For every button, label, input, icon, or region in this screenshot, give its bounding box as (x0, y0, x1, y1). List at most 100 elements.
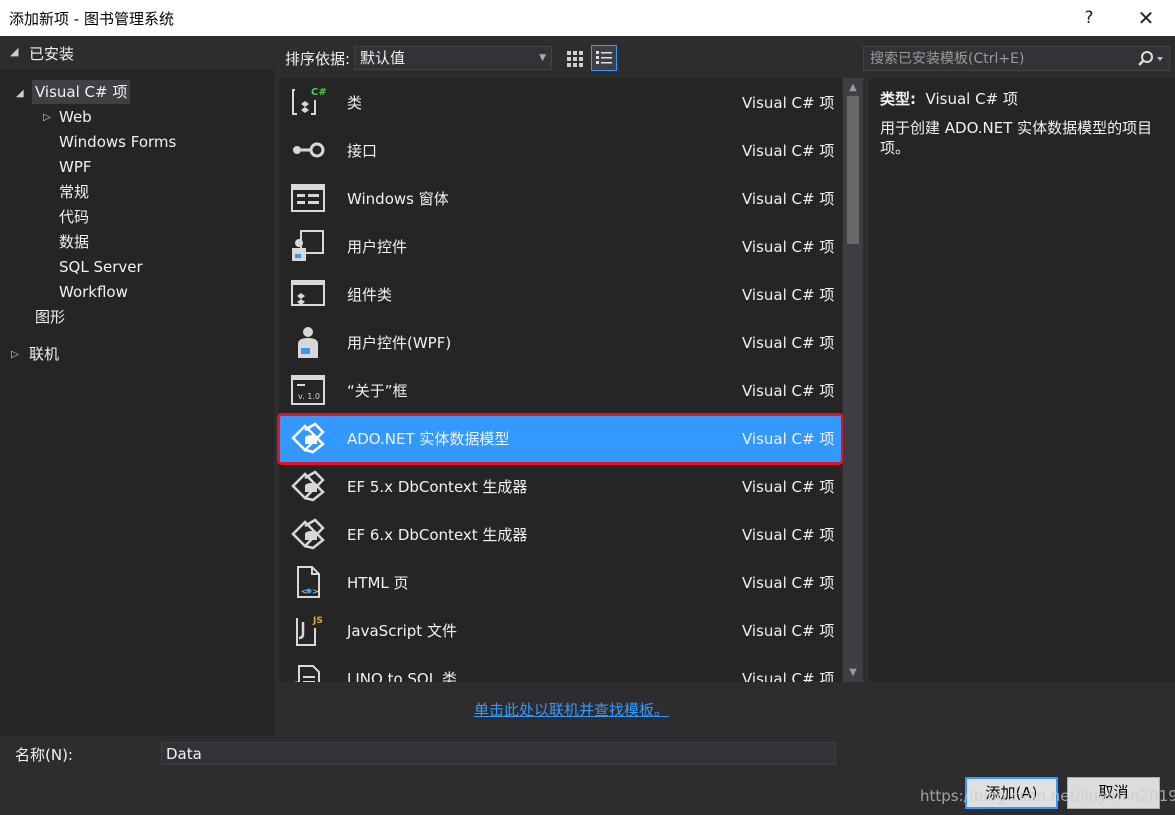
list-item-javascript-file[interactable]: JS JavaScript 文件 Visual C# 项 (279, 606, 842, 654)
user-control-icon (292, 230, 324, 261)
template-name: JavaScript 文件 (347, 622, 457, 640)
list-item-html-page[interactable]: < > HTML 页 Visual C# 项 (279, 558, 842, 606)
scroll-up-icon[interactable]: ▲ (843, 82, 863, 93)
description-text: 用于创建 ADO.NET 实体数据模型的项目项。 (880, 119, 1153, 157)
tree-item-data[interactable]: 数据 (59, 230, 89, 254)
template-tree: ◢ 已安装 ◢ Visual C# 项 ▷ Web Windows Forms … (0, 36, 274, 736)
list-item-component-class[interactable]: 组件类 Visual C# 项 (279, 270, 842, 318)
windows-form-icon (291, 184, 325, 212)
tree-item-wpf[interactable]: WPF (59, 155, 92, 179)
title-bar: 添加新项 - 图书管理系统 ? ✕ (0, 0, 1175, 36)
tree-item-sql-server[interactable]: SQL Server (59, 255, 143, 279)
description-panel: 类型: Visual C# 项 用于创建 ADO.NET 实体数据模型的项目项。 (869, 78, 1175, 682)
list-item-class[interactable]: C# 类 Visual C# 项 (279, 78, 842, 126)
html-page-icon: < > (297, 566, 320, 598)
template-name: 用户控件 (347, 238, 408, 256)
scroll-down-icon[interactable]: ▼ (843, 667, 863, 678)
template-name: LINQ to SQL 类 (347, 670, 457, 682)
list-item-interface[interactable]: 接口 Visual C# 项 (279, 126, 842, 174)
template-name: EF 5.x DbContext 生成器 (347, 478, 528, 496)
entity-model-icon (291, 422, 325, 454)
grid-view-button[interactable] (562, 45, 588, 71)
javascript-file-icon: JS (296, 616, 323, 646)
svg-text:v. 1.0: v. 1.0 (298, 392, 320, 401)
name-label: 名称(N): (15, 746, 73, 764)
template-type: Visual C# 项 (742, 430, 835, 448)
add-button[interactable]: 添加(A) (965, 777, 1058, 809)
tree-item-online[interactable]: 联机 (29, 342, 59, 366)
list-item-linq-to-sql[interactable]: LINQ to SQL 类 Visual C# 项 (279, 654, 842, 682)
grid-view-icon (567, 51, 583, 67)
template-type: Visual C# 项 (742, 190, 835, 208)
template-type: Visual C# 项 (742, 574, 835, 592)
collapse-triangle-icon[interactable]: ▷ (11, 349, 19, 360)
list-scrollbar[interactable]: ▲ ▼ (843, 78, 863, 682)
template-type: Visual C# 项 (742, 622, 835, 640)
template-type: Visual C# 项 (742, 238, 835, 256)
help-button[interactable]: ? (1069, 4, 1109, 32)
template-name: HTML 页 (347, 574, 409, 592)
window-title: 添加新项 - 图书管理系统 (9, 10, 174, 28)
svg-text:>: > (312, 587, 319, 596)
wpf-user-control-icon (298, 327, 318, 358)
template-type: Visual C# 项 (742, 670, 835, 682)
chevron-down-icon: ▼ (539, 53, 546, 63)
list-item-windows-form[interactable]: Windows 窗体 Visual C# 项 (279, 174, 842, 222)
close-button[interactable]: ✕ (1126, 4, 1166, 32)
list-view-button[interactable] (591, 45, 617, 71)
expand-triangle-icon[interactable]: ◢ (16, 88, 24, 99)
list-item-ef5-dbcontext[interactable]: EF 5.x DbContext 生成器 Visual C# 项 (279, 462, 842, 510)
template-type: Visual C# 项 (742, 334, 835, 352)
tree-item-code[interactable]: 代码 (59, 205, 89, 229)
sort-dropdown[interactable]: 默认值 ▼ (354, 46, 552, 70)
tree-item-general[interactable]: 常规 (59, 180, 89, 204)
list-item-about-box[interactable]: v. 1.0 “关于”框 Visual C# 项 (279, 366, 842, 414)
list-item-ef6-dbcontext[interactable]: EF 6.x DbContext 生成器 Visual C# 项 (279, 510, 842, 558)
template-name: 用户控件(WPF) (347, 334, 452, 352)
component-class-icon (291, 280, 325, 306)
template-name: 类 (347, 94, 363, 112)
tree-item-windows-forms[interactable]: Windows Forms (59, 130, 176, 154)
description-type: 类型: Visual C# 项 (880, 88, 1018, 109)
collapse-triangle-icon[interactable]: ▷ (43, 112, 51, 123)
class-icon: C# (292, 87, 327, 115)
collapse-triangle-icon: ◢ (10, 45, 19, 58)
template-name: ADO.NET 实体数据模型 (347, 430, 510, 448)
template-type: Visual C# 项 (742, 94, 835, 112)
template-name: 组件类 (347, 286, 393, 304)
template-name: “关于”框 (347, 382, 408, 400)
list-item-ado-net-entity-model[interactable]: ADO.NET 实体数据模型 Visual C# 项 (279, 414, 842, 462)
template-name: EF 6.x DbContext 生成器 (347, 526, 528, 544)
tree-item-visual-csharp[interactable]: Visual C# 项 (32, 80, 131, 104)
list-item-wpf-user-control[interactable]: 用户控件(WPF) Visual C# 项 (279, 318, 842, 366)
svg-text:C#: C# (311, 87, 327, 98)
sort-label: 排序依据: (285, 50, 351, 68)
template-type: Visual C# 项 (742, 382, 835, 400)
name-input[interactable] (161, 742, 836, 765)
scrollbar-thumb[interactable] (847, 96, 859, 244)
list-item-user-control[interactable]: 用户控件 Visual C# 项 (279, 222, 842, 270)
tree-item-workflow[interactable]: Workflow (59, 280, 128, 304)
template-name: Windows 窗体 (347, 190, 449, 208)
template-search (863, 46, 1170, 71)
search-input[interactable] (864, 47, 1129, 70)
cancel-button[interactable]: 取消 (1067, 777, 1160, 809)
sort-value: 默认值 (360, 49, 406, 67)
list-view-icon (596, 51, 612, 64)
entity-model-icon (291, 470, 325, 502)
svg-text:JS: JS (312, 616, 323, 626)
tree-item-graphics[interactable]: 图形 (35, 305, 65, 329)
template-list: C# 类 Visual C# 项 接口 Visual C# 项 Windows … (279, 78, 842, 682)
template-name: 接口 (347, 142, 378, 160)
find-templates-online-link[interactable]: 单击此处以联机并查找模板。 (474, 699, 669, 720)
tree-header-installed[interactable]: ◢ 已安装 (0, 36, 274, 69)
tree-item-web[interactable]: Web (59, 105, 92, 129)
entity-model-icon (291, 518, 325, 550)
interface-icon (293, 142, 325, 158)
type-value: Visual C# 项 (925, 90, 1018, 108)
linq-to-sql-icon (294, 665, 320, 682)
search-icon[interactable] (1136, 50, 1166, 68)
tree-header-label: 已安装 (29, 45, 75, 63)
template-type: Visual C# 项 (742, 478, 835, 496)
template-type: Visual C# 项 (742, 286, 835, 304)
